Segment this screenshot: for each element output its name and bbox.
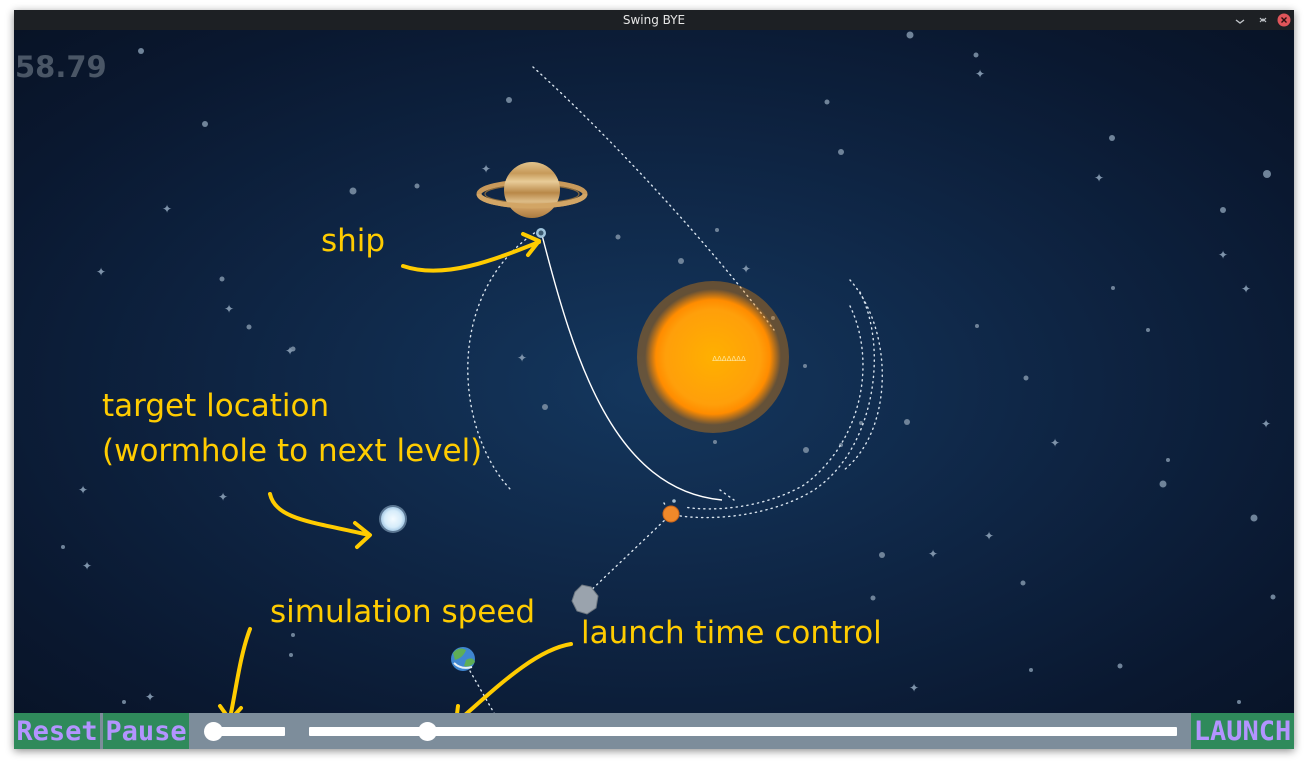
- orange-planet: [662, 499, 680, 523]
- simulation-speed-handle[interactable]: [203, 722, 223, 741]
- svg-text:✦: ✦: [218, 490, 228, 504]
- svg-text:✦: ✦: [78, 483, 88, 497]
- annotation-speed: simulation speed: [270, 594, 536, 630]
- ship-arrow: [401, 240, 541, 273]
- minimize-icon[interactable]: [1233, 13, 1247, 27]
- control-bar: Reset Pause LAUNCH: [14, 713, 1294, 749]
- maximize-icon[interactable]: [1256, 13, 1270, 27]
- app-window: Swing BYE ✦ ✦ ✦ ✦ ✦ ✦ ✦ ✦ ✦ ✦ ✦ ✦ ✦ ✦ ✦ …: [14, 10, 1294, 749]
- svg-text:✦: ✦: [162, 202, 172, 216]
- speed-arrow: [228, 627, 252, 713]
- svg-text:✦: ✦: [1261, 417, 1271, 431]
- svg-text:✦: ✦: [1050, 436, 1060, 450]
- annotation-target-line1: target location: [102, 388, 330, 424]
- svg-text:✦: ✦: [145, 690, 155, 704]
- game-canvas[interactable]: ✦ ✦ ✦ ✦ ✦ ✦ ✦ ✦ ✦ ✦ ✦ ✦ ✦ ✦ ✦ ✦ ✦ ✦ ✦ ✦: [14, 30, 1294, 713]
- close-icon[interactable]: [1277, 13, 1291, 27]
- svg-text:✦: ✦: [975, 67, 985, 81]
- target-arrow: [268, 492, 371, 537]
- svg-text:✦: ✦: [1094, 171, 1104, 185]
- svg-text:✦: ✦: [96, 265, 106, 279]
- annotation-arrows: [218, 232, 573, 713]
- svg-text:✦: ✦: [285, 344, 295, 358]
- svg-text:✦: ✦: [984, 529, 994, 543]
- annotation-target-line2: (wormhole to next level): [102, 433, 483, 469]
- fps-counter: 58.79: [15, 50, 107, 84]
- launch-time-arrow: [464, 642, 573, 713]
- launch-time-handle[interactable]: [418, 722, 438, 741]
- annotation-launch-time: launch time control: [581, 615, 882, 651]
- svg-text:✦: ✦: [481, 162, 491, 176]
- pause-button[interactable]: Pause: [103, 713, 189, 749]
- svg-text:✦: ✦: [741, 262, 751, 276]
- launch-button[interactable]: LAUNCH: [1191, 713, 1294, 749]
- simulation-speed-slider[interactable]: [203, 722, 285, 741]
- reset-button[interactable]: Reset: [14, 713, 100, 749]
- earth-planet: [451, 647, 475, 671]
- launch-time-slider[interactable]: [309, 722, 1177, 741]
- target-wormhole: [379, 505, 407, 533]
- svg-text:✦: ✦: [909, 681, 919, 695]
- svg-text:✦: ✦: [82, 559, 92, 573]
- title-bar: Swing BYE: [14, 10, 1294, 30]
- sun: ΔΔΔΔΔΔΔ: [637, 281, 789, 433]
- ringed-planet: [476, 162, 588, 218]
- svg-text:✦: ✦: [1218, 248, 1228, 262]
- ship[interactable]: [536, 228, 546, 238]
- asteroid: [571, 584, 599, 615]
- sun-label: ΔΔΔΔΔΔΔ: [712, 355, 746, 363]
- svg-text:✦: ✦: [224, 302, 234, 316]
- annotation-ship: ship: [321, 223, 386, 259]
- window-title: Swing BYE: [622, 13, 686, 27]
- svg-text:✦: ✦: [517, 351, 527, 365]
- svg-text:✦: ✦: [928, 547, 938, 561]
- svg-text:✦: ✦: [1241, 282, 1251, 296]
